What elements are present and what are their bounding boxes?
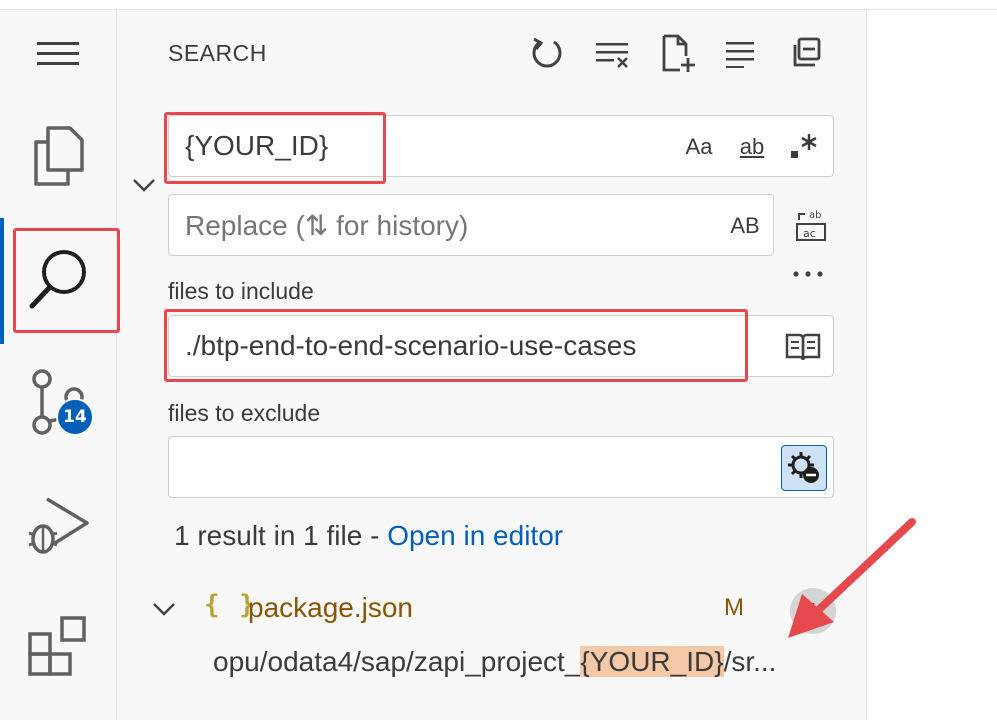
file-result-row[interactable]: { } package.json M 1 <box>148 584 848 634</box>
view-as-tree-button[interactable] <box>720 34 760 74</box>
match-highlight: {YOUR_ID} <box>580 646 724 677</box>
files-to-exclude-input[interactable] <box>168 436 834 498</box>
whole-word-button[interactable]: ab <box>729 130 775 164</box>
search-input[interactable]: {YOUR_ID} Aa ab <box>168 115 834 177</box>
view-as-tree-icon <box>726 42 754 68</box>
gear-exclude-icon <box>788 452 819 483</box>
svg-text:ab: ab <box>809 210 821 221</box>
replace-input-placeholder: Replace (⇅ for history) <box>185 210 469 241</box>
modified-badge: M <box>724 594 744 621</box>
results-summary-text: 1 result in 1 file - <box>174 520 388 551</box>
results-summary: 1 result in 1 file - Open in editor <box>174 520 563 552</box>
refresh-icon <box>532 37 562 68</box>
source-control-button[interactable] <box>0 360 116 444</box>
explorer-button[interactable] <box>0 114 116 198</box>
refresh-button[interactable] <box>527 34 567 74</box>
window-top-border <box>0 0 997 10</box>
use-exclude-settings-button[interactable] <box>781 445 827 491</box>
match-suffix: /sr... <box>723 646 777 677</box>
files-to-include-label: files to include <box>168 278 314 304</box>
collapse-all-button[interactable] <box>786 34 826 74</box>
whole-word-label: ab <box>739 134 765 159</box>
extensions-button[interactable] <box>0 604 116 688</box>
annotation-arrow <box>788 518 916 638</box>
sidebar-title: SEARCH <box>168 40 267 66</box>
regex-icon <box>791 134 817 158</box>
activity-bar: 14 <box>0 10 117 720</box>
replace-input[interactable]: Replace (⇅ for history) AB <box>168 194 774 256</box>
regex-button[interactable] <box>783 130 823 164</box>
open-in-editor-link[interactable]: Open in editor <box>387 520 563 551</box>
match-prefix: opu/odata4/sap/zapi_project_ <box>213 646 581 677</box>
toggle-replace-button[interactable] <box>130 170 158 198</box>
search-view-button[interactable] <box>0 236 116 320</box>
new-search-editor-icon <box>662 34 695 72</box>
clear-results-icon <box>596 43 628 68</box>
source-control-badge: 14 <box>56 398 94 436</box>
files-to-include-input[interactable]: ./btp-end-to-end-scenario-use-cases <box>168 315 834 377</box>
replace-all-icon: ab ac <box>796 210 826 241</box>
chevron-down-icon <box>133 179 155 192</box>
preserve-case-button[interactable]: AB <box>725 209 765 243</box>
file-name: package.json <box>248 592 414 623</box>
files-icon <box>34 126 84 186</box>
menu-button[interactable] <box>0 12 116 96</box>
hamburger-menu-icon <box>37 42 79 65</box>
book-icon <box>785 333 821 361</box>
svg-text:ac: ac <box>803 227 816 240</box>
new-search-editor-button[interactable] <box>658 34 698 74</box>
chevron-down-icon <box>153 603 175 616</box>
search-icon <box>29 250 86 309</box>
run-debug-button[interactable] <box>0 484 116 568</box>
clear-results-button[interactable] <box>592 34 632 74</box>
replace-all-button[interactable]: ab ac <box>793 206 831 244</box>
match-case-button[interactable]: Aa <box>679 130 719 164</box>
search-input-text: {YOUR_ID} <box>185 130 329 161</box>
match-result-row[interactable]: opu/odata4/sap/zapi_project_{YOUR_ID}/sr… <box>213 646 776 678</box>
search-open-editors-button[interactable] <box>783 330 823 364</box>
more-options-button[interactable] <box>790 262 830 286</box>
more-icon <box>793 271 823 277</box>
files-to-exclude-label: files to exclude <box>168 400 321 426</box>
files-to-include-text: ./btp-end-to-end-scenario-use-cases <box>185 330 637 361</box>
extensions-icon <box>28 616 86 676</box>
run-debug-icon <box>28 497 89 554</box>
collapse-all-icon <box>793 37 821 67</box>
